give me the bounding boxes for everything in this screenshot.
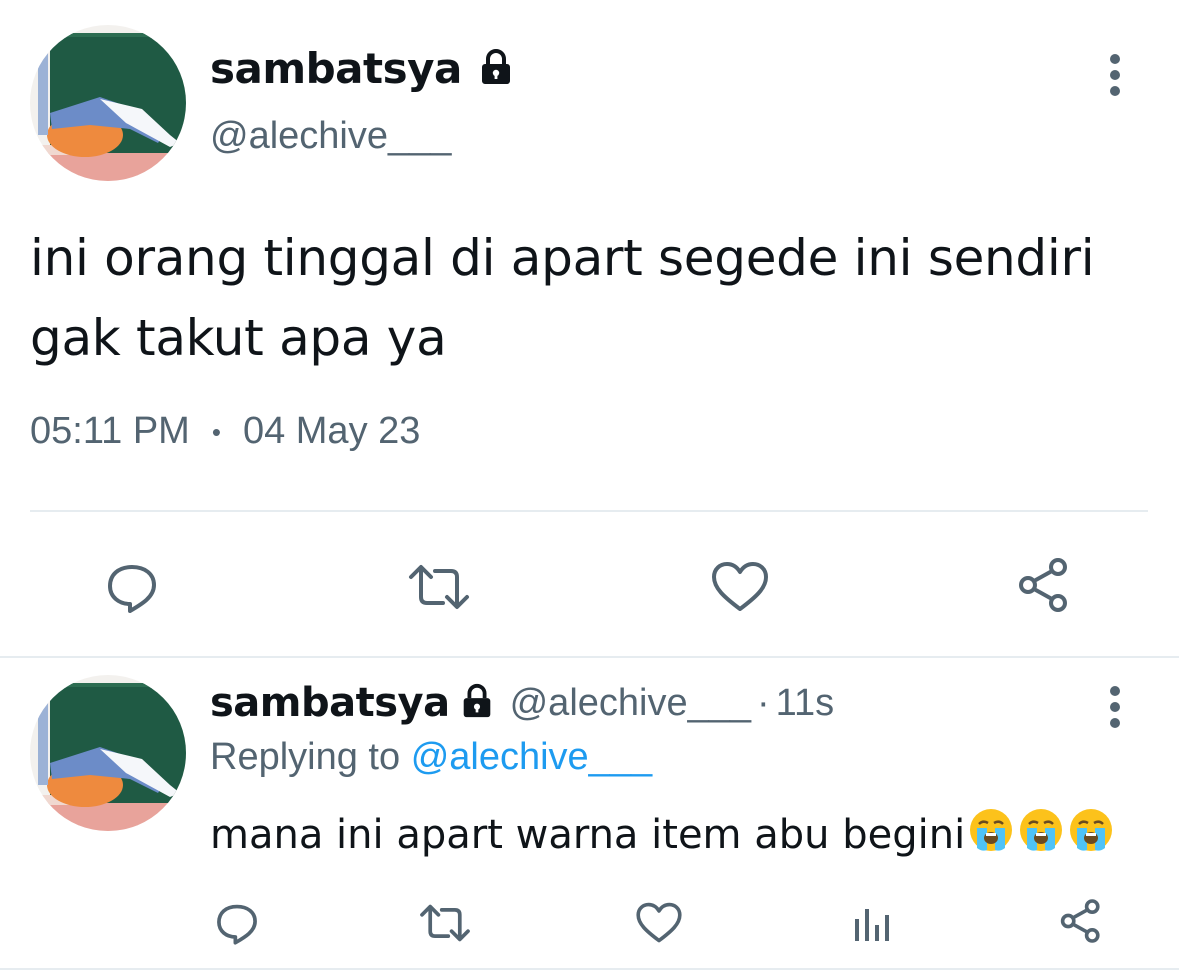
share-icon [1019, 558, 1067, 612]
tweet-date: 04 May 23 [242, 410, 421, 452]
tweet-text-line1: ini orang tinggal di apart segede ini se… [30, 229, 1095, 287]
reply-button[interactable] [100, 555, 164, 619]
reply-share-button[interactable] [1056, 896, 1106, 946]
author-name[interactable]: sambatsya [210, 44, 516, 97]
reply-more-options-icon[interactable] [1100, 682, 1130, 736]
reply-text-content: mana ini apart warna item abu begini [210, 812, 966, 858]
replying-to: Replying to @alechive___ [210, 736, 652, 779]
lock-icon [476, 47, 516, 97]
reply-separator: · [757, 681, 770, 724]
share-icon [1060, 899, 1100, 943]
like-icon [712, 562, 768, 611]
reply-header: sambatsya @alechive___ · 11s [210, 680, 834, 726]
reply-author-avatar[interactable] [30, 675, 186, 831]
divider [0, 656, 1179, 658]
reply-analytics-button[interactable] [846, 898, 896, 948]
reply-text: mana ini apart warna item abu begini [210, 806, 1115, 864]
meta-separator: • [211, 417, 221, 448]
tweet-time: 05:11 PM [30, 410, 190, 452]
divider [30, 510, 1148, 512]
reply-author-name[interactable]: sambatsya [210, 680, 450, 726]
reply-author-handle[interactable]: @alechive___ [510, 682, 751, 725]
replying-to-mention[interactable]: @alechive___ [411, 736, 652, 778]
reply-icon [217, 904, 257, 945]
retweet-button[interactable] [404, 555, 474, 619]
loudly-crying-face-icon [967, 806, 1015, 864]
lock-icon [458, 682, 496, 724]
reply-time[interactable]: 11s [776, 682, 834, 725]
reply-reply-button[interactable] [212, 898, 262, 948]
like-button[interactable] [708, 555, 772, 619]
like-icon [636, 902, 682, 943]
author-handle[interactable]: @alechive___ [210, 115, 451, 158]
analytics-icon [855, 909, 889, 941]
reply-retweet-button[interactable] [416, 898, 474, 948]
retweet-icon [420, 904, 470, 942]
reply-icon [108, 565, 156, 613]
share-button[interactable] [1012, 553, 1076, 617]
author-avatar[interactable] [30, 25, 186, 181]
loudly-crying-face-icon [1017, 806, 1065, 864]
reply-like-button[interactable] [634, 898, 684, 948]
replying-prefix: Replying to [210, 736, 401, 778]
tweet-text-line2: gak takut apa ya [30, 309, 447, 367]
retweet-icon [409, 565, 469, 609]
tweet-text: ini orang tinggal di apart segede ini se… [30, 218, 1140, 378]
more-options-icon[interactable] [1100, 50, 1130, 104]
tweet-timestamp[interactable]: 05:11 PM • 04 May 23 [30, 410, 420, 453]
divider [0, 968, 1179, 970]
loudly-crying-face-icon [1067, 806, 1115, 864]
author-name-text[interactable]: sambatsya [210, 44, 462, 93]
